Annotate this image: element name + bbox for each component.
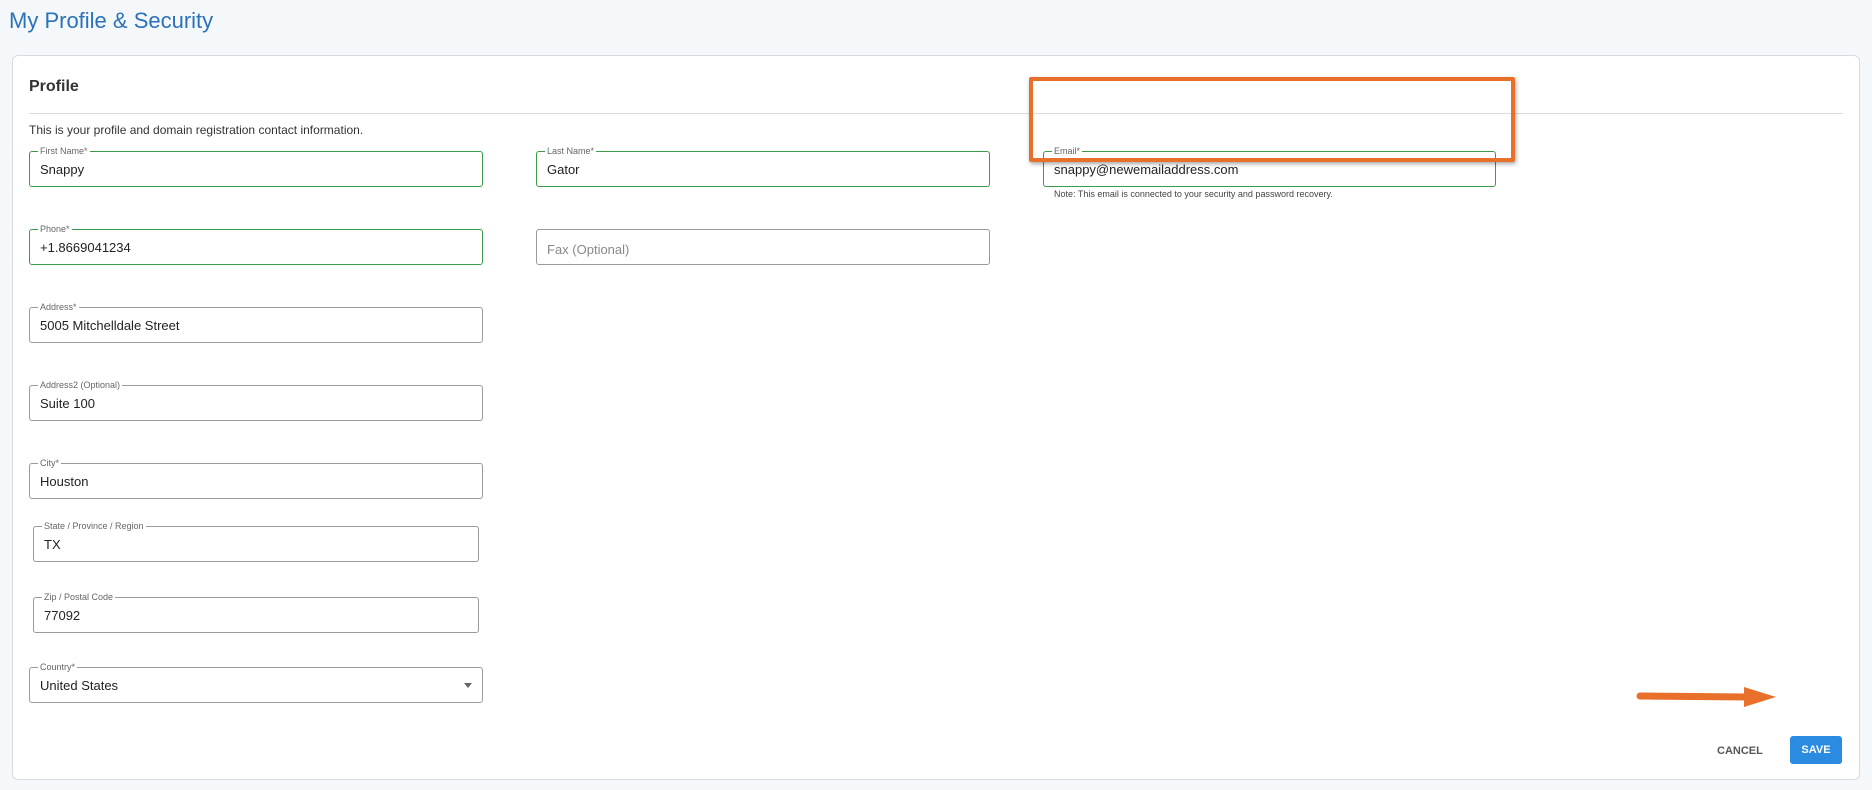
zip-field: Zip / Postal Code — [33, 591, 479, 633]
country-select[interactable]: Country* — [29, 661, 483, 703]
address-input[interactable] — [40, 315, 452, 335]
email-note: Note: This email is connected to your se… — [1054, 189, 1333, 199]
state-field: State / Province / Region — [33, 520, 479, 562]
first-name-field: First Name* — [29, 145, 483, 187]
fax-field — [536, 229, 990, 265]
country-label: Country* — [38, 661, 78, 673]
address2-label: Address2 (Optional) — [38, 379, 123, 391]
city-input[interactable] — [40, 471, 452, 491]
address-field: Address* — [29, 301, 483, 343]
address-label: Address* — [38, 301, 79, 313]
last-name-input[interactable] — [547, 159, 959, 179]
email-input[interactable] — [1054, 159, 1465, 179]
zip-input[interactable] — [44, 605, 448, 625]
profile-intro-text: This is your profile and domain registra… — [29, 123, 364, 137]
email-highlight-annotation — [1029, 77, 1515, 162]
arrow-right-icon — [1636, 687, 1776, 707]
fax-input[interactable] — [547, 239, 959, 259]
address2-input[interactable] — [40, 393, 452, 413]
phone-field: Phone* — [29, 223, 483, 265]
city-label: City* — [38, 457, 62, 469]
phone-label: Phone* — [38, 223, 72, 235]
section-divider — [29, 113, 1843, 114]
zip-label: Zip / Postal Code — [42, 591, 116, 603]
page-title: My Profile & Security — [9, 8, 214, 33]
first-name-input[interactable] — [40, 159, 452, 179]
country-value — [40, 675, 452, 695]
profile-card: Profile This is your profile and domain … — [12, 55, 1860, 780]
profile-section-title: Profile — [29, 78, 79, 95]
cancel-button[interactable]: CANCEL — [1717, 745, 1763, 757]
state-input[interactable] — [44, 534, 448, 554]
city-field: City* — [29, 457, 483, 499]
phone-input[interactable] — [40, 237, 452, 257]
state-label: State / Province / Region — [42, 520, 146, 532]
save-button[interactable]: SAVE — [1790, 736, 1842, 764]
address2-field: Address2 (Optional) — [29, 379, 483, 421]
first-name-label: First Name* — [38, 145, 90, 157]
chevron-down-icon — [464, 683, 472, 688]
last-name-field: Last Name* — [536, 145, 990, 187]
last-name-label: Last Name* — [545, 145, 597, 157]
